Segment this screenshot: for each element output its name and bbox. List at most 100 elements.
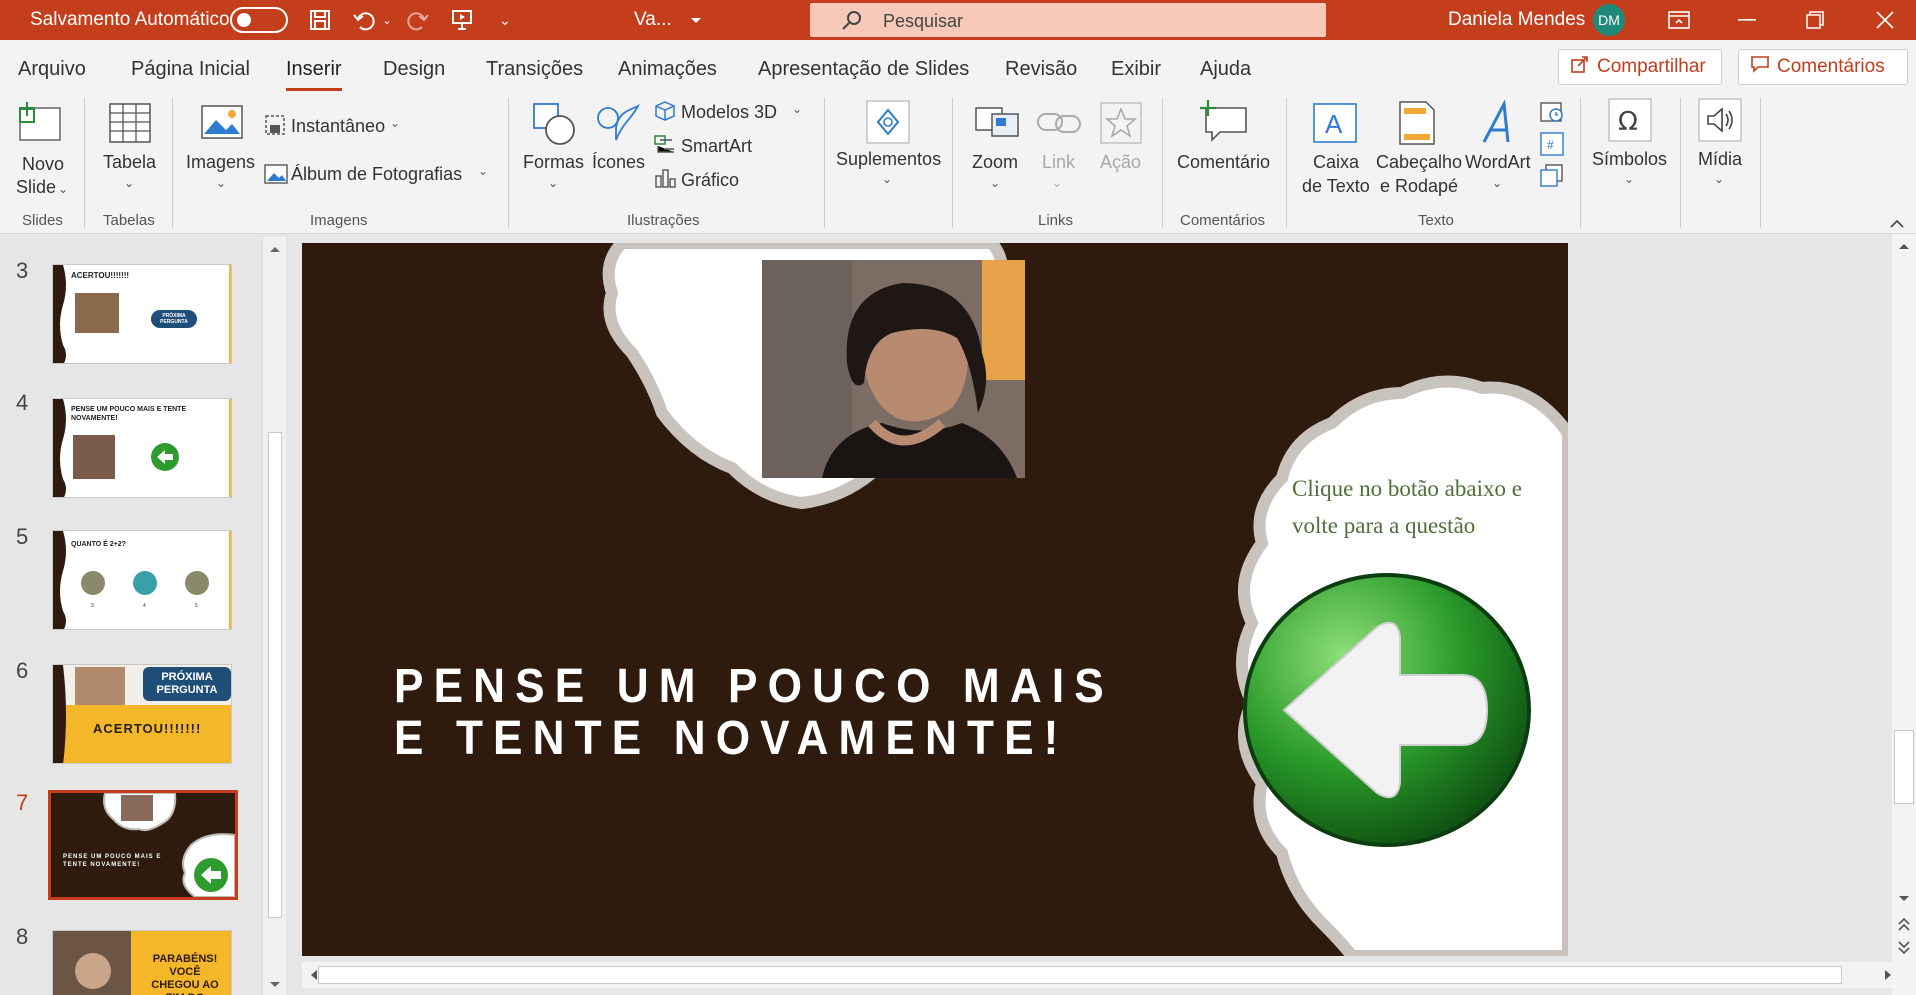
thumb-option: 5 [195, 603, 198, 609]
tab-pagina-inicial[interactable]: Página Inicial [131, 58, 250, 81]
new-comment-label: Comentário [1177, 152, 1271, 172]
horizontal-scrollbar[interactable] [302, 962, 1892, 988]
back-button[interactable] [1244, 575, 1530, 847]
share-icon [1571, 55, 1589, 79]
ribbon-tabs: Arquivo Página Inicial Inserir Design Tr… [0, 40, 1916, 92]
previous-slide-icon[interactable] [1896, 916, 1912, 939]
slide-number-icon[interactable]: # [1540, 132, 1564, 161]
instruction-text[interactable]: Clique no botão abaixo e volte para a qu… [1292, 470, 1562, 544]
table-label: Tabela [103, 152, 157, 172]
vertical-scrollbar[interactable] [1892, 234, 1916, 995]
media-label: Mídia [1698, 149, 1743, 169]
screenshot-label: Instantâneo [291, 116, 386, 136]
ribbon-display-options-icon[interactable] [1662, 4, 1696, 36]
smartart-label: SmartArt [681, 136, 753, 156]
group-label-links: Links [1038, 212, 1074, 229]
header-footer-label-2: e Rodapé [1380, 176, 1459, 196]
slide-number: 4 [16, 390, 29, 415]
svg-text:#: # [1547, 138, 1554, 152]
slide-thumbnail-6[interactable]: PRÓXIMA PERGUNTA ACERTOU!!!!!!! [52, 664, 232, 764]
chevron-down-icon[interactable] [690, 12, 702, 30]
customize-toolbar-icon[interactable]: ⌄ [496, 4, 514, 36]
slide-title-line-1: PENSE UM POUCO MAIS [394, 660, 1114, 713]
horizontal-scroll-thumb[interactable] [318, 966, 1842, 984]
3d-models-label: Modelos 3D [681, 102, 778, 122]
tab-animacoes[interactable]: Animações [618, 58, 717, 81]
chevron-down-icon: ⌄ [1624, 172, 1635, 186]
photo-woman [762, 260, 1025, 478]
search-input[interactable]: Pesquisar [810, 3, 1326, 37]
tab-transicoes[interactable]: Transições [486, 58, 583, 81]
chart-icon [654, 168, 676, 193]
group-label-tabelas: Tabelas [103, 212, 155, 229]
ribbon: Novo Slide ⌄ Slides Tabela ⌄ Tabelas Ima… [0, 92, 1916, 234]
thumb-text: PENSE UM POUCO MAIS E TENTE NOVAMENTE! [71, 406, 187, 422]
slide-number: 6 [16, 658, 29, 683]
header-footer-icon [1398, 100, 1436, 151]
action-label: Ação [1100, 152, 1142, 172]
tab-revisao[interactable]: Revisão [1005, 58, 1077, 81]
tab-inserir[interactable]: Inserir [286, 58, 342, 91]
shapes-label: Formas [523, 152, 585, 172]
wordart-icon [1478, 98, 1522, 151]
object-icon[interactable] [1540, 164, 1564, 193]
slide-title[interactable]: PENSE UM POUCO MAIS E TENTE NOVAMENTE! [394, 661, 1114, 765]
screenshot-icon [264, 114, 286, 141]
search-placeholder: Pesquisar [883, 11, 964, 31]
slide-canvas[interactable]: PENSE UM POUCO MAIS E TENTE NOVAMENTE! [302, 243, 1568, 956]
group-label-comentarios: Comentários [1180, 212, 1266, 229]
close-icon[interactable] [1868, 4, 1902, 36]
new-slide-label-1: Novo [22, 154, 65, 174]
vertical-scroll-thumb[interactable] [1894, 730, 1914, 804]
link-icon [1036, 106, 1082, 145]
tab-exibir[interactable]: Exibir [1111, 58, 1161, 81]
comments-button[interactable]: Comentários [1738, 49, 1908, 85]
addins-icon [866, 100, 910, 149]
group-label-ilustracoes: Ilustrações [627, 212, 700, 229]
thumbnail-scroll-thumb[interactable] [268, 432, 282, 918]
thumb-option: 3 [91, 603, 94, 609]
chevron-down-icon: ⌄ [1492, 176, 1503, 190]
group-label-texto: Texto [1418, 212, 1454, 229]
search-icon [840, 8, 864, 37]
restore-icon[interactable] [1798, 4, 1832, 36]
share-button[interactable]: Compartilhar [1558, 49, 1722, 85]
slide-thumbnail-7[interactable]: PENSE UM POUCO MAIS E TENTE NOVAMENTE! [48, 790, 238, 900]
svg-text:Ω: Ω [1618, 107, 1638, 137]
slide-thumbnail-5[interactable]: QUANTO É 2+2? 3 4 5 [52, 530, 232, 630]
thumbnail-scrollbar[interactable] [262, 236, 286, 995]
present-from-start-icon[interactable] [448, 4, 476, 36]
thumb-text: PARABÉNS! VOCÊ CHEGOU AO FIM DO JOGO!! [151, 953, 219, 995]
new-slide-icon [18, 102, 62, 147]
next-slide-icon[interactable] [1896, 938, 1912, 961]
thumb-text: ACERTOU!!!!!!! [93, 721, 202, 736]
autosave-toggle[interactable] [230, 7, 288, 33]
save-icon[interactable] [306, 4, 334, 36]
slide-number: 7 [16, 790, 29, 815]
tab-arquivo[interactable]: Arquivo [18, 58, 86, 81]
slide-number: 3 [16, 258, 29, 283]
slide-thumbnail-4[interactable]: PENSE UM POUCO MAIS E TENTE NOVAMENTE! [52, 398, 232, 498]
photo-album-label: Álbum de Fotografias [291, 164, 463, 184]
title-bar: Salvamento Automático ⌄ ⌄ Va... Pesquisa… [0, 0, 1916, 40]
minimize-icon[interactable] [1730, 4, 1764, 36]
link-label: Link [1042, 152, 1076, 172]
photo-album-icon [264, 164, 288, 189]
undo-dropdown-icon[interactable]: ⌄ [380, 4, 394, 36]
date-time-icon[interactable] [1540, 100, 1564, 129]
user-name[interactable]: Daniela Mendes [1448, 9, 1585, 31]
tab-design[interactable]: Design [383, 58, 445, 81]
collapse-ribbon-icon[interactable] [1890, 216, 1904, 234]
header-footer-label-1: Cabeçalho [1376, 152, 1463, 172]
undo-icon[interactable] [350, 4, 378, 36]
chevron-down-icon: ⌄ [882, 172, 893, 186]
new-slide-label-2: Slide [16, 177, 57, 197]
slide-thumbnail-8[interactable]: PARABÉNS! VOCÊ CHEGOU AO FIM DO JOGO!! [52, 930, 232, 995]
tab-ajuda[interactable]: Ajuda [1200, 58, 1251, 81]
document-title[interactable]: Va... [634, 9, 672, 31]
tab-apresentacao[interactable]: Apresentação de Slides [758, 58, 969, 81]
slide-thumbnail-3[interactable]: ACERTOU!!!!!!! PRÓXIMA PERGUNTA [52, 264, 232, 364]
avatar[interactable]: DM [1593, 4, 1625, 36]
new-comment-icon [1200, 100, 1248, 149]
symbols-label: Símbolos [1592, 149, 1668, 169]
